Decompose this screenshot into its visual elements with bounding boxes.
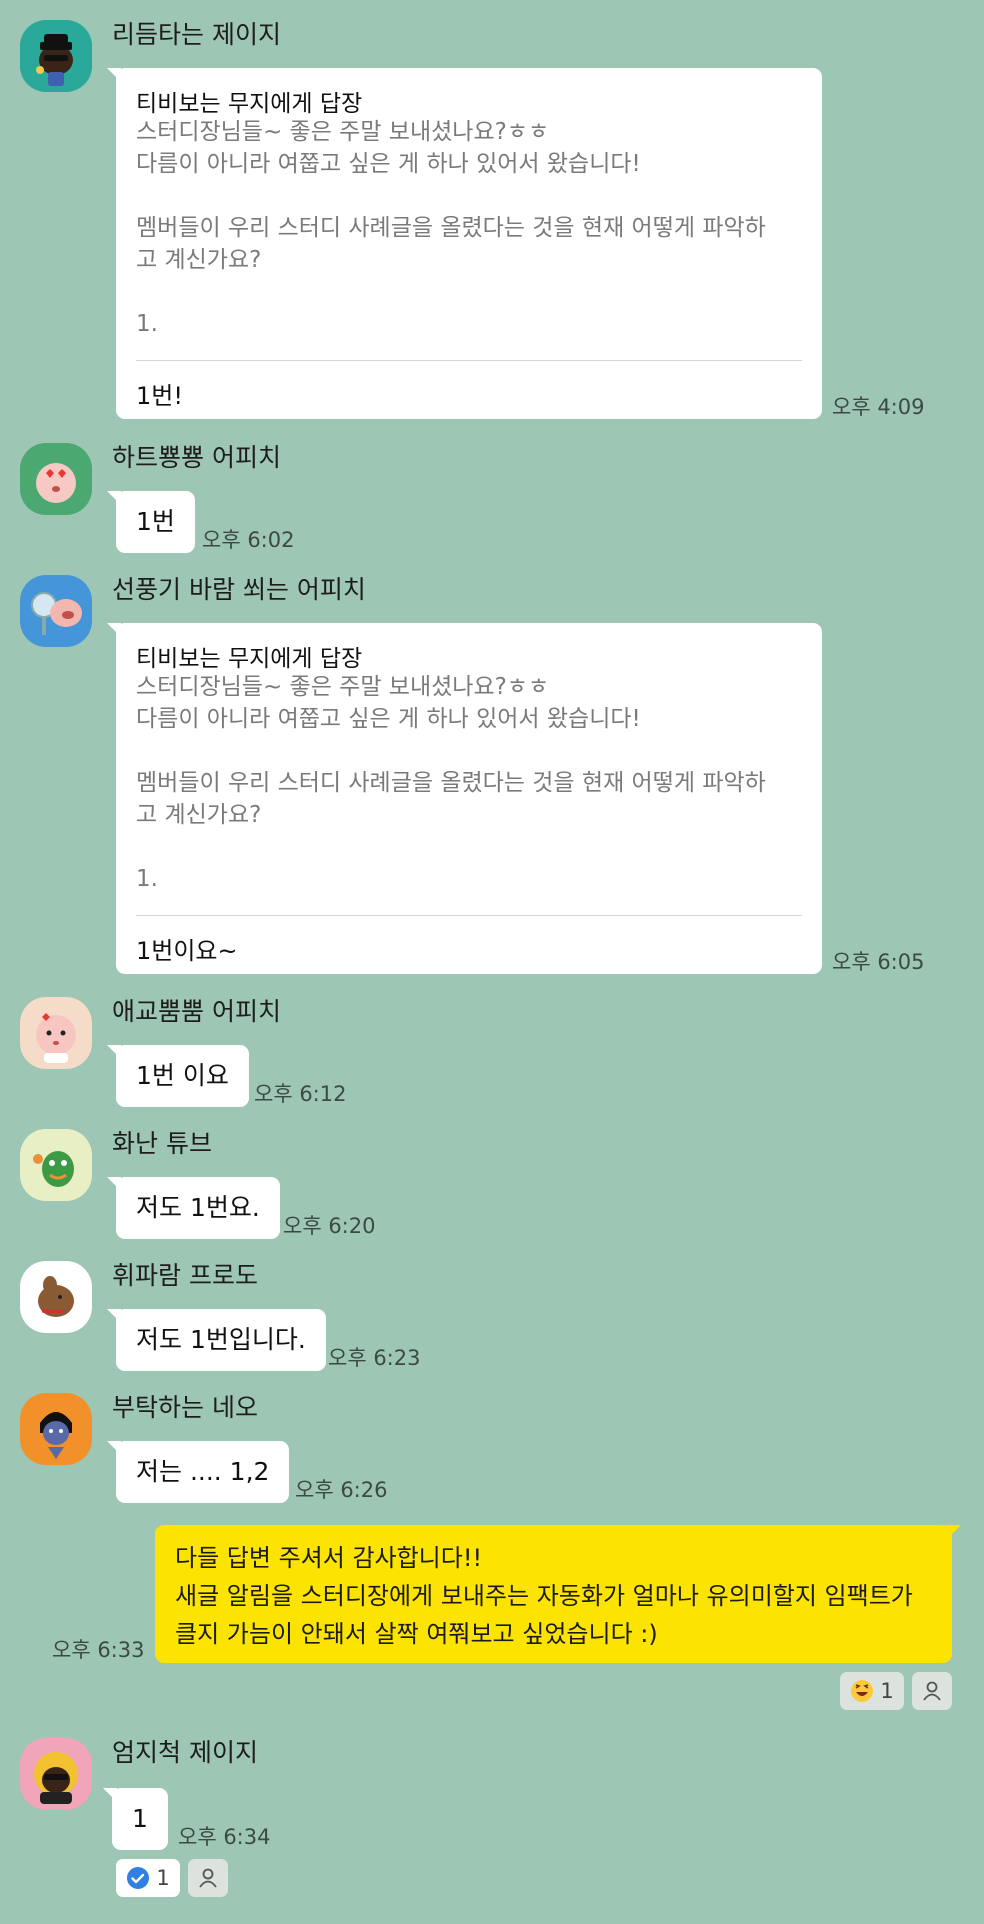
quote-line: 스터디장님들~ 좋은 주말 보내셨나요?ㅎㅎ [136, 674, 550, 700]
quote-line: 다름이 아니라 여쭙고 싶은 게 하나 있어서 왔습니다! [136, 706, 641, 732]
sender-name: 화난 튜브 [112, 1129, 212, 1158]
timestamp: 오후 6:12 [254, 1082, 347, 1106]
quote-line: 스터디장님들~ 좋은 주말 보내셨나요?ㅎㅎ [136, 119, 550, 145]
timestamp: 오후 6:33 [52, 1638, 145, 1662]
laughing-emoji-icon [851, 1680, 874, 1702]
quoted-message: 스터디장님들~ 좋은 주말 보내셨나요?ㅎㅎ 다름이 아니라 여쭙고 싶은 게 … [136, 116, 766, 340]
message-bubble[interactable]: 저도 1번입니다. [107, 1309, 326, 1371]
divider [136, 915, 802, 916]
sender-name: 휘파람 프로도 [112, 1261, 258, 1290]
quote-line: 멤버들이 우리 스터디 사례글을 올렸다는 것을 현재 어떻게 파악하 [136, 215, 766, 241]
timestamp: 오후 4:09 [832, 395, 925, 419]
neo-please-avatar-icon [40, 1412, 72, 1459]
sender-name: 하트뿅뿅 어피치 [112, 443, 281, 472]
person-icon [199, 1868, 217, 1888]
sender-name: 엄지척 제이지 [112, 1738, 258, 1767]
timestamp: 오후 6:02 [202, 528, 295, 552]
reply-message-bubble[interactable]: 티비보는 무지에게 답장 스터디장님들~ 좋은 주말 보내셨나요?ㅎㅎ 다름이 … [107, 623, 822, 974]
reaction-count: 1 [156, 1866, 170, 1890]
jay-g-thumbs-up-avatar-icon [34, 1752, 78, 1804]
reaction-chip[interactable]: 1 [116, 1859, 180, 1897]
avatar[interactable] [20, 997, 92, 1069]
reaction-add-button[interactable] [912, 1672, 952, 1710]
reaction-add-button[interactable] [188, 1859, 228, 1897]
quote-line: 1. [136, 866, 158, 892]
person-icon [923, 1681, 941, 1701]
message-bubble[interactable]: 1 [103, 1788, 168, 1850]
frodo-whistle-avatar-icon [38, 1276, 74, 1317]
timestamp: 오후 6:26 [295, 1478, 388, 1502]
divider [136, 360, 802, 361]
quote-line: 고 계신가요? [136, 802, 262, 828]
apeach-fan-avatar-icon [31, 592, 82, 635]
quote-line [136, 180, 766, 212]
jay-g-avatar-icon [36, 34, 73, 86]
timestamp: 오후 6:05 [832, 950, 925, 974]
avatar[interactable] [20, 1393, 92, 1465]
message-text: 1번! [136, 382, 183, 410]
quote-line [136, 735, 766, 767]
message-line: 새글 알림을 스터디장에게 보내주는 자동화가 얼마나 유의미할지 임팩트가 [175, 1582, 913, 1610]
quote-line [136, 276, 766, 308]
reaction-count: 1 [880, 1679, 894, 1703]
quote-line [136, 831, 766, 863]
reaction-chip[interactable]: 1 [840, 1672, 904, 1710]
message-line: 다들 답변 주셔서 감사합니다!! [175, 1544, 483, 1572]
message-bubble[interactable]: 저도 1번요. [107, 1177, 280, 1239]
quote-line: 고 계신가요? [136, 247, 262, 273]
quote-line: 멤버들이 우리 스터디 사례글을 올렸다는 것을 현재 어떻게 파악하 [136, 770, 766, 796]
my-message-bubble[interactable]: 다들 답변 주셔서 감사합니다!! 새글 알림을 스터디장에게 보내주는 자동화… [155, 1525, 961, 1663]
avatar[interactable] [20, 1129, 92, 1201]
timestamp: 오후 6:23 [328, 1346, 421, 1370]
apeach-cute-avatar-icon [36, 1013, 76, 1063]
message-line: 클지 가늠이 안돼서 살짝 여쭤보고 싶었습니다 :) [175, 1620, 658, 1648]
timestamp: 오후 6:20 [283, 1214, 376, 1238]
quote-line: 1. [136, 311, 158, 337]
check-circle-icon [127, 1867, 150, 1889]
avatar[interactable] [20, 1261, 92, 1333]
reply-target-label: 티비보는 무지에게 답장 [136, 646, 363, 672]
reply-message-bubble[interactable]: 티비보는 무지에게 답장 스터디장님들~ 좋은 주말 보내셨나요?ㅎㅎ 다름이 … [107, 68, 822, 419]
avatar[interactable] [20, 1738, 92, 1810]
message-bubble[interactable]: 1번 이요 [107, 1045, 249, 1107]
timestamp: 오후 6:34 [178, 1825, 271, 1849]
quoted-message: 스터디장님들~ 좋은 주말 보내셨나요?ㅎㅎ 다름이 아니라 여쭙고 싶은 게 … [136, 671, 766, 895]
reply-target-label: 티비보는 무지에게 답장 [136, 91, 363, 117]
avatar[interactable] [20, 575, 92, 647]
tube-angry-avatar-icon [33, 1151, 74, 1187]
avatar[interactable] [20, 20, 92, 92]
message-bubble[interactable]: 1번 [107, 491, 195, 553]
sender-name: 선풍기 바람 쐬는 어피치 [112, 575, 366, 604]
message-bubble[interactable]: 저는 .... 1,2 [106, 1441, 290, 1503]
apeach-heart-eyes-avatar-icon [36, 463, 76, 503]
quote-line: 다름이 아니라 여쭙고 싶은 게 하나 있어서 왔습니다! [136, 151, 641, 177]
sender-name: 부탁하는 네오 [112, 1393, 258, 1422]
avatar[interactable] [20, 443, 92, 515]
sender-name: 리듬타는 제이지 [112, 20, 281, 49]
sender-name: 애교뿜뿜 어피치 [112, 997, 281, 1026]
message-text: 1번이요~ [136, 937, 238, 965]
